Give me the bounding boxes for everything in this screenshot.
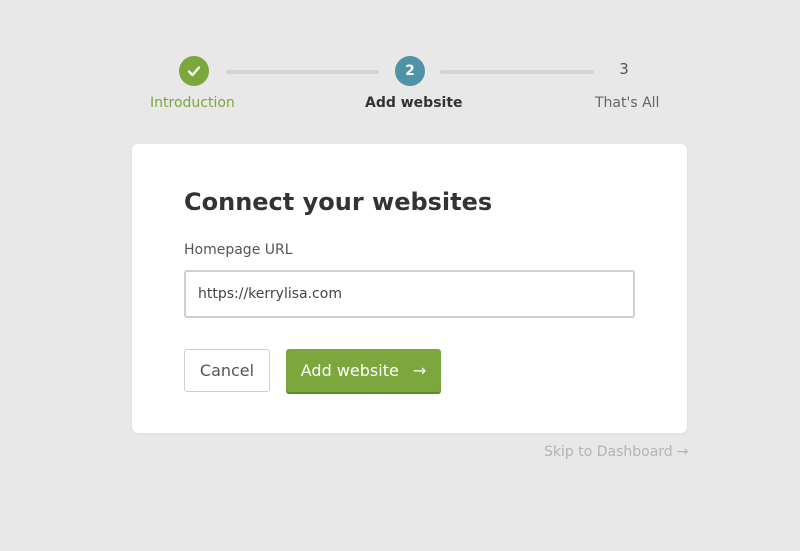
add-website-button[interactable]: Add website → bbox=[286, 349, 441, 392]
step-connector bbox=[226, 70, 379, 74]
skip-to-dashboard-link[interactable]: Skip to Dashboard → bbox=[544, 444, 688, 460]
step-connector bbox=[440, 70, 594, 74]
cancel-button[interactable]: Cancel bbox=[184, 349, 270, 392]
card-title: Connect your websites bbox=[184, 188, 493, 216]
progress-stepper: 2 3 Introduction Add website That's All bbox=[0, 0, 800, 120]
step-2-indicator: 2 bbox=[395, 56, 425, 86]
step-1-complete bbox=[179, 56, 209, 86]
cancel-button-label: Cancel bbox=[199, 361, 255, 380]
step-3-number: 3 bbox=[619, 60, 629, 78]
homepage-url-input[interactable] bbox=[184, 270, 635, 318]
step-3-label: That's All bbox=[595, 95, 660, 111]
connect-website-card: Connect your websites Homepage URL Cance… bbox=[132, 144, 687, 433]
arrow-right-icon: → bbox=[676, 444, 689, 460]
skip-link-label: Skip to Dashboard bbox=[544, 444, 673, 460]
check-icon bbox=[187, 66, 201, 77]
arrow-right-icon: → bbox=[412, 361, 427, 380]
step-2-number: 2 bbox=[405, 63, 415, 79]
step-1-label: Introduction bbox=[150, 95, 235, 111]
step-2-label: Add website bbox=[365, 95, 463, 111]
homepage-url-label: Homepage URL bbox=[184, 242, 293, 258]
add-website-button-label: Add website bbox=[300, 361, 399, 380]
